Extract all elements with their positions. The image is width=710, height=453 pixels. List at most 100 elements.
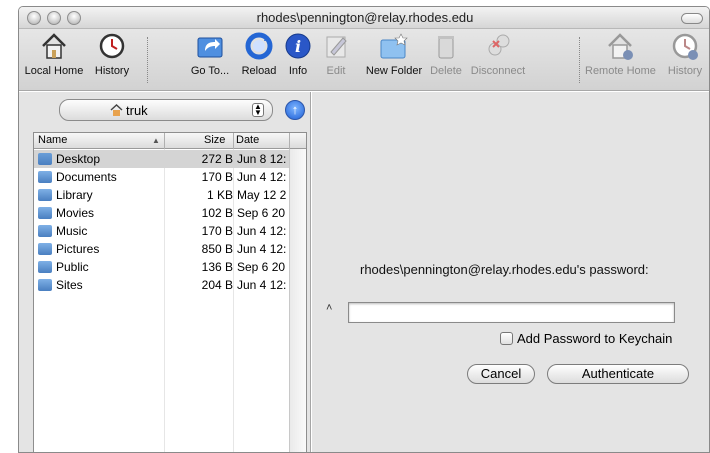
toolbar-separator [147,37,148,83]
clock-icon [97,31,127,61]
folder-icon [38,243,52,255]
file-name: Pictures [56,242,100,256]
cancel-button[interactable]: Cancel [467,364,535,384]
file-size: 136 B [201,260,233,274]
sftp-window: rhodes\pennington@relay.rhodes.edu Local… [18,6,710,453]
disconnect-button[interactable]: Disconnect [467,31,529,77]
file-row[interactable]: Desktop 272 B Jun 8 12: [34,150,289,168]
history-button[interactable]: History [89,31,135,77]
folder-icon [38,261,52,273]
remote-history-button[interactable]: History [663,31,707,77]
delete-button[interactable]: Delete [429,31,463,77]
toolbar-toggle-button[interactable] [681,13,703,24]
disconnect-icon [483,31,513,61]
go-to-button[interactable]: Go To... [187,31,233,77]
file-row[interactable]: Pictures 850 B Jun 4 12: [34,240,289,258]
new-folder-button[interactable]: New Folder [361,31,427,77]
file-name: Sites [56,278,83,292]
parent-folder-button[interactable]: ↑ [285,100,305,120]
column-divider [289,133,290,149]
column-header-name[interactable]: Name [38,134,67,146]
authenticate-button[interactable]: Authenticate [547,364,689,384]
folder-icon [38,279,52,291]
window-title: rhodes\pennington@relay.rhodes.edu [256,10,474,25]
file-name: Desktop [56,152,101,166]
remote-clock-icon [670,31,700,61]
location-label: truk [126,103,148,118]
file-size: 850 B [201,242,233,256]
file-size: 102 B [201,206,233,220]
reload-button[interactable]: Reload [239,31,279,77]
file-size: 170 B [201,224,233,238]
toolbar: Local Home History Go To... Reload i Inf… [19,29,709,91]
file-name: Public [56,260,89,274]
info-icon: i [283,31,313,61]
file-list[interactable]: Name ▲ Size Date Desktop 272 B Jun 8 12: Do… [33,132,307,452]
file-date: Jun 4 12: [237,224,287,238]
file-date: Sep 6 20 [237,260,286,274]
folder-icon [38,189,52,201]
sort-ascending-icon: ▲ [152,136,160,145]
folder-goto-icon [195,31,225,61]
file-date: Sep 6 20 [237,206,286,220]
trash-icon [431,31,461,61]
remote-home-button[interactable]: Remote Home [585,31,656,77]
file-name: Library [56,188,93,202]
password-field[interactable] [348,302,675,323]
close-window-button[interactable] [27,11,41,25]
svg-text:i: i [295,37,301,56]
file-row[interactable]: Library 1 KB May 12 2 [34,186,289,204]
file-name: Documents [56,170,117,184]
local-home-button[interactable]: Local Home [23,31,85,77]
file-size: 204 B [201,278,233,292]
file-row[interactable]: Movies 102 B Sep 6 20 [34,204,289,222]
toolbar-separator [579,37,580,83]
file-size: 170 B [201,170,233,184]
file-list-header: Name ▲ Size Date [34,133,306,149]
column-divider [233,133,234,149]
location-popup[interactable]: truk ▲ ▼ [59,99,273,121]
file-date: Jun 4 12: [237,170,287,184]
folder-icon [38,225,52,237]
zoom-window-button[interactable] [67,11,81,25]
info-button[interactable]: i Info [283,31,313,77]
file-date: Jun 4 12: [237,278,287,292]
column-header-size[interactable]: Size [204,134,225,146]
file-name: Music [56,224,88,238]
file-date: May 12 2 [237,188,287,202]
file-row[interactable]: Sites 204 B Jun 4 12: [34,276,289,294]
desktop-edge [0,0,20,453]
remote-pane: rhodes\pennington@relay.rhodes.edu's pas… [312,92,709,452]
file-size: 272 B [201,152,233,166]
file-date: Jun 4 12: [237,242,287,256]
caret-icon: ˄ [326,302,333,314]
file-row[interactable]: Documents 170 B Jun 4 12: [34,168,289,186]
folder-icon [38,153,52,165]
file-row[interactable]: Public 136 B Sep 6 20 [34,258,289,276]
keychain-label: Add Password to Keychain [517,331,673,346]
house-icon [39,31,69,61]
file-row[interactable]: Music 170 B Jun 4 12: [34,222,289,240]
file-date: Jun 8 12: [237,152,287,166]
column-divider [164,133,165,149]
edit-icon [321,31,351,61]
remote-house-icon [605,31,635,61]
up-arrow-icon: ↑ [291,102,299,117]
house-icon [110,104,123,119]
popup-arrows-icon: ▲ ▼ [252,103,264,117]
minimize-window-button[interactable] [47,11,61,25]
edit-button[interactable]: Edit [321,31,351,77]
new-folder-icon [379,31,409,61]
password-prompt: rhodes\pennington@relay.rhodes.edu's pas… [360,262,649,277]
keychain-checkbox[interactable]: Add Password to Keychain [500,331,672,346]
file-size: 1 KB [206,188,233,202]
checkbox-icon [500,332,513,345]
title-bar: rhodes\pennington@relay.rhodes.edu [19,7,709,29]
folder-icon [38,207,52,219]
folder-icon [38,171,52,183]
column-header-date[interactable]: Date [236,134,259,146]
reload-icon [244,31,274,61]
local-browser-pane: truk ▲ ▼ ↑ Name ▲ Size Date Desktop 272 B J… [19,92,311,452]
file-list-scrollbar[interactable] [289,149,306,452]
file-name: Movies [56,206,95,220]
